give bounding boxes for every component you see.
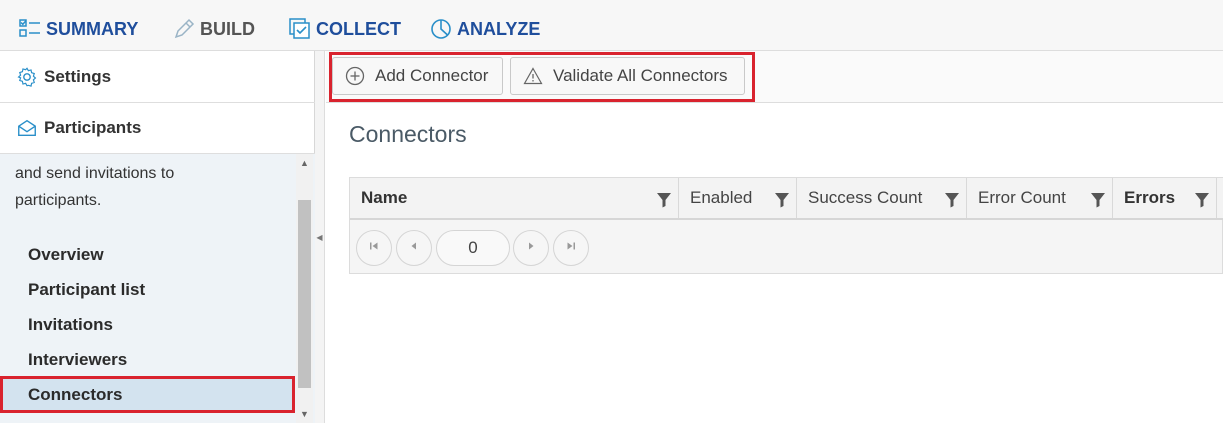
page-title: Connectors [349,121,467,147]
sidebar-item-label: Interviewers [28,350,128,369]
sidebar-item-label: Overview [28,245,104,264]
column-header-label: Errors [1124,188,1176,207]
tab-summary-label: SUMMARY [46,18,139,39]
warning-icon [523,66,543,86]
sidebar-participants-label: Participants [44,118,142,137]
filter-icon[interactable] [1194,192,1210,208]
previous-page-button[interactable] [396,230,432,266]
column-header-label: Name [361,188,408,207]
tab-collect[interactable]: COLLECT [288,14,401,44]
previous-page-icon [408,239,420,257]
sidebar-collapse-handle[interactable]: ◀ [315,51,325,423]
tab-build-label: BUILD [200,18,255,39]
sidebar-item-connectors[interactable]: Connectors [3,378,293,412]
grid-header: Name Enabled Success Count Error Count E… [350,178,1223,220]
sidebar-item-label: Participant list [28,280,146,299]
connectors-grid: Name Enabled Success Count Error Count E… [349,177,1223,274]
sidebar-participants[interactable]: Participants [0,103,315,154]
column-header-label: Success Count [808,188,923,207]
next-page-button[interactable] [513,230,549,266]
tab-summary[interactable]: SUMMARY [18,14,138,44]
collect-icon [288,17,312,41]
sidebar: Settings Participants and send invitatio… [0,51,315,423]
next-page-icon [525,239,537,257]
sidebar-settings[interactable]: Settings [0,51,315,103]
pie-chart-icon [429,17,453,41]
column-header-error-count[interactable]: Error Count [967,178,1113,218]
column-header-name[interactable]: Name [350,178,679,218]
gear-icon [16,66,38,88]
scrollbar-thumb[interactable] [298,200,311,388]
last-page-icon [565,239,577,257]
last-page-button[interactable] [553,230,589,266]
participants-panel: and send invitations to participants. Ov… [0,154,315,423]
participants-description: and send invitations to participants. [15,160,290,214]
column-header-label: Enabled [690,188,753,207]
collapse-arrow-icon: ◀ [316,232,323,242]
tab-analyze[interactable]: ANALYZE [429,14,540,44]
scroll-down-arrow-icon[interactable]: ▼ [296,405,313,423]
checklist-icon [18,17,42,41]
sidebar-item-label: Invitations [28,315,114,334]
plus-circle-icon [345,66,365,86]
column-header-label: Error Count [978,188,1066,207]
sidebar-item-interviewers[interactable]: Interviewers [3,343,293,377]
toolbar: Add Connector Validate All Connectors [326,51,1223,103]
description-line-2: participants. [15,192,102,209]
add-connector-label: Add Connector [375,66,489,85]
filter-icon[interactable] [944,192,960,208]
filter-icon[interactable] [1090,192,1106,208]
tab-build[interactable]: BUILD [172,14,255,44]
sidebar-item-participant-list[interactable]: Participant list [3,273,293,307]
add-connector-button[interactable]: Add Connector [332,57,503,95]
tab-analyze-label: ANALYZE [457,18,541,39]
validate-all-connectors-label: Validate All Connectors [553,66,728,85]
grid-pager: 0 [350,222,1223,274]
main-content: Add Connector Validate All Connectors Co… [326,51,1223,423]
sidebar-scrollbar[interactable]: ▲ ▼ [296,154,313,423]
column-header-success-count[interactable]: Success Count [797,178,967,218]
page-number-input[interactable]: 0 [436,230,510,266]
filter-icon[interactable] [774,192,790,208]
sidebar-item-overview[interactable]: Overview [3,238,293,272]
top-navigation: SUMMARY BUILD COLLECT ANALYZE [0,0,1223,51]
pencil-icon [172,17,196,41]
envelope-icon [16,117,38,139]
app-window: SUMMARY BUILD COLLECT ANALYZE Settings P… [0,0,1223,423]
column-header-enabled[interactable]: Enabled [679,178,797,218]
column-header-errors[interactable]: Errors [1113,178,1217,218]
first-page-icon [368,239,380,257]
sidebar-settings-label: Settings [44,66,112,86]
filter-icon[interactable] [656,192,672,208]
scroll-up-arrow-icon[interactable]: ▲ [296,154,313,172]
first-page-button[interactable] [356,230,392,266]
tab-collect-label: COLLECT [316,18,401,39]
sidebar-item-label: Connectors [28,385,123,404]
description-line-1: and send invitations to [15,165,175,182]
validate-all-connectors-button[interactable]: Validate All Connectors [510,57,745,95]
sidebar-item-invitations[interactable]: Invitations [3,308,293,342]
